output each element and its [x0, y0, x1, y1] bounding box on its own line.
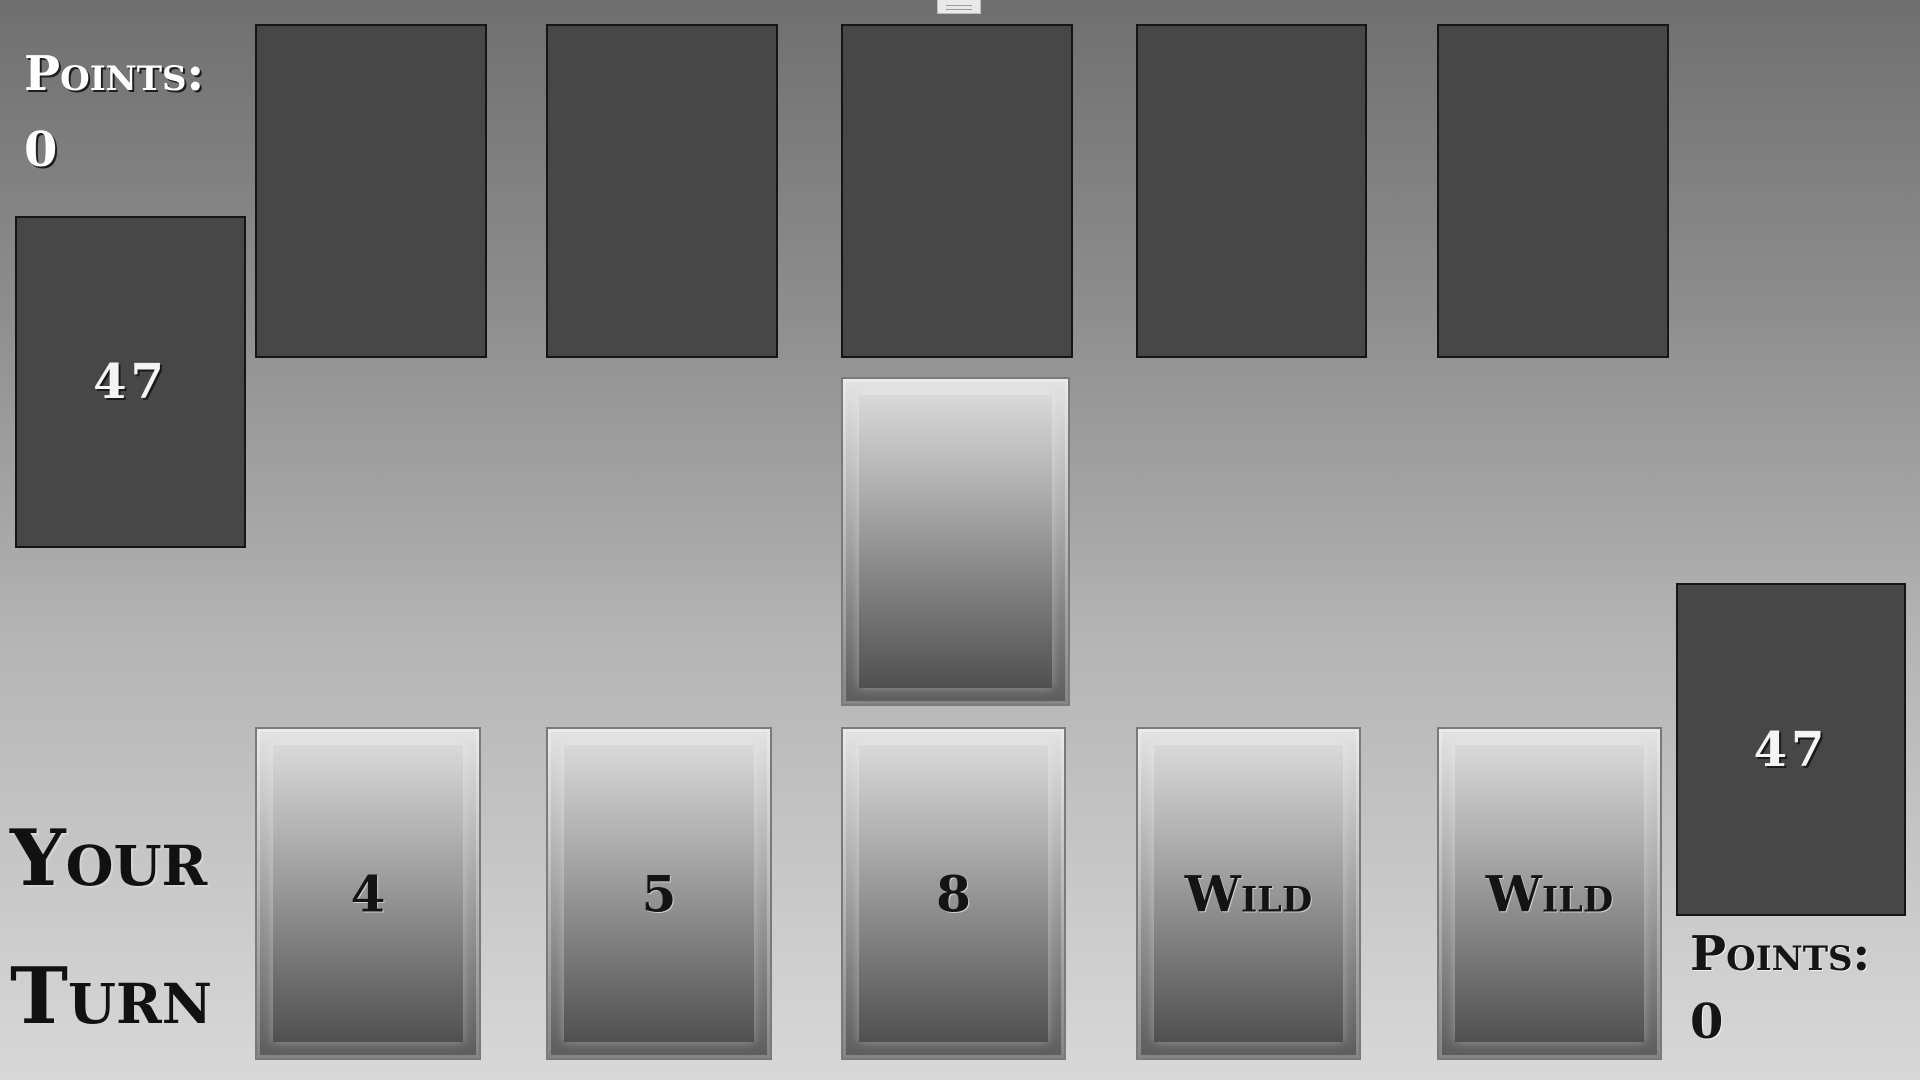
opponent-deck-count: 47 — [93, 354, 168, 410]
play-pile[interactable] — [841, 377, 1070, 706]
card-value: 4 — [350, 864, 386, 923]
card-value: 5 — [641, 864, 677, 923]
card-value: 8 — [936, 864, 971, 923]
opponent-hand-card — [546, 24, 778, 358]
player-deck[interactable]: 47 — [1676, 583, 1906, 916]
opponent-points: Points: 0 — [24, 50, 204, 174]
card-value: Wild — [1485, 864, 1614, 923]
player-hand-card[interactable]: 5 — [546, 727, 772, 1060]
turn-indicator-line1: Your — [10, 813, 208, 904]
opponent-deck: 47 — [15, 216, 246, 548]
player-hand-card[interactable]: Wild — [1437, 727, 1662, 1060]
player-hand-card[interactable]: 4 — [255, 727, 481, 1060]
opponent-hand-card — [1136, 24, 1367, 358]
player-points-value: 0 — [1690, 994, 1724, 1050]
player-points: Points: 0 — [1690, 930, 1870, 1046]
turn-indicator-line2: Turn — [10, 951, 212, 1042]
opponent-hand-card — [1437, 24, 1669, 358]
player-points-label: Points: — [1690, 926, 1871, 982]
opponent-points-label: Points: — [24, 46, 205, 102]
drawer-handle[interactable] — [937, 0, 981, 14]
opponent-points-value: 0 — [24, 122, 58, 178]
opponent-hand-card — [841, 24, 1073, 358]
opponent-hand-card — [255, 24, 487, 358]
player-deck-count: 47 — [1753, 721, 1829, 778]
player-hand-card[interactable]: 8 — [841, 727, 1066, 1060]
card-value: Wild — [1184, 864, 1313, 923]
player-hand-card[interactable]: Wild — [1136, 727, 1361, 1060]
